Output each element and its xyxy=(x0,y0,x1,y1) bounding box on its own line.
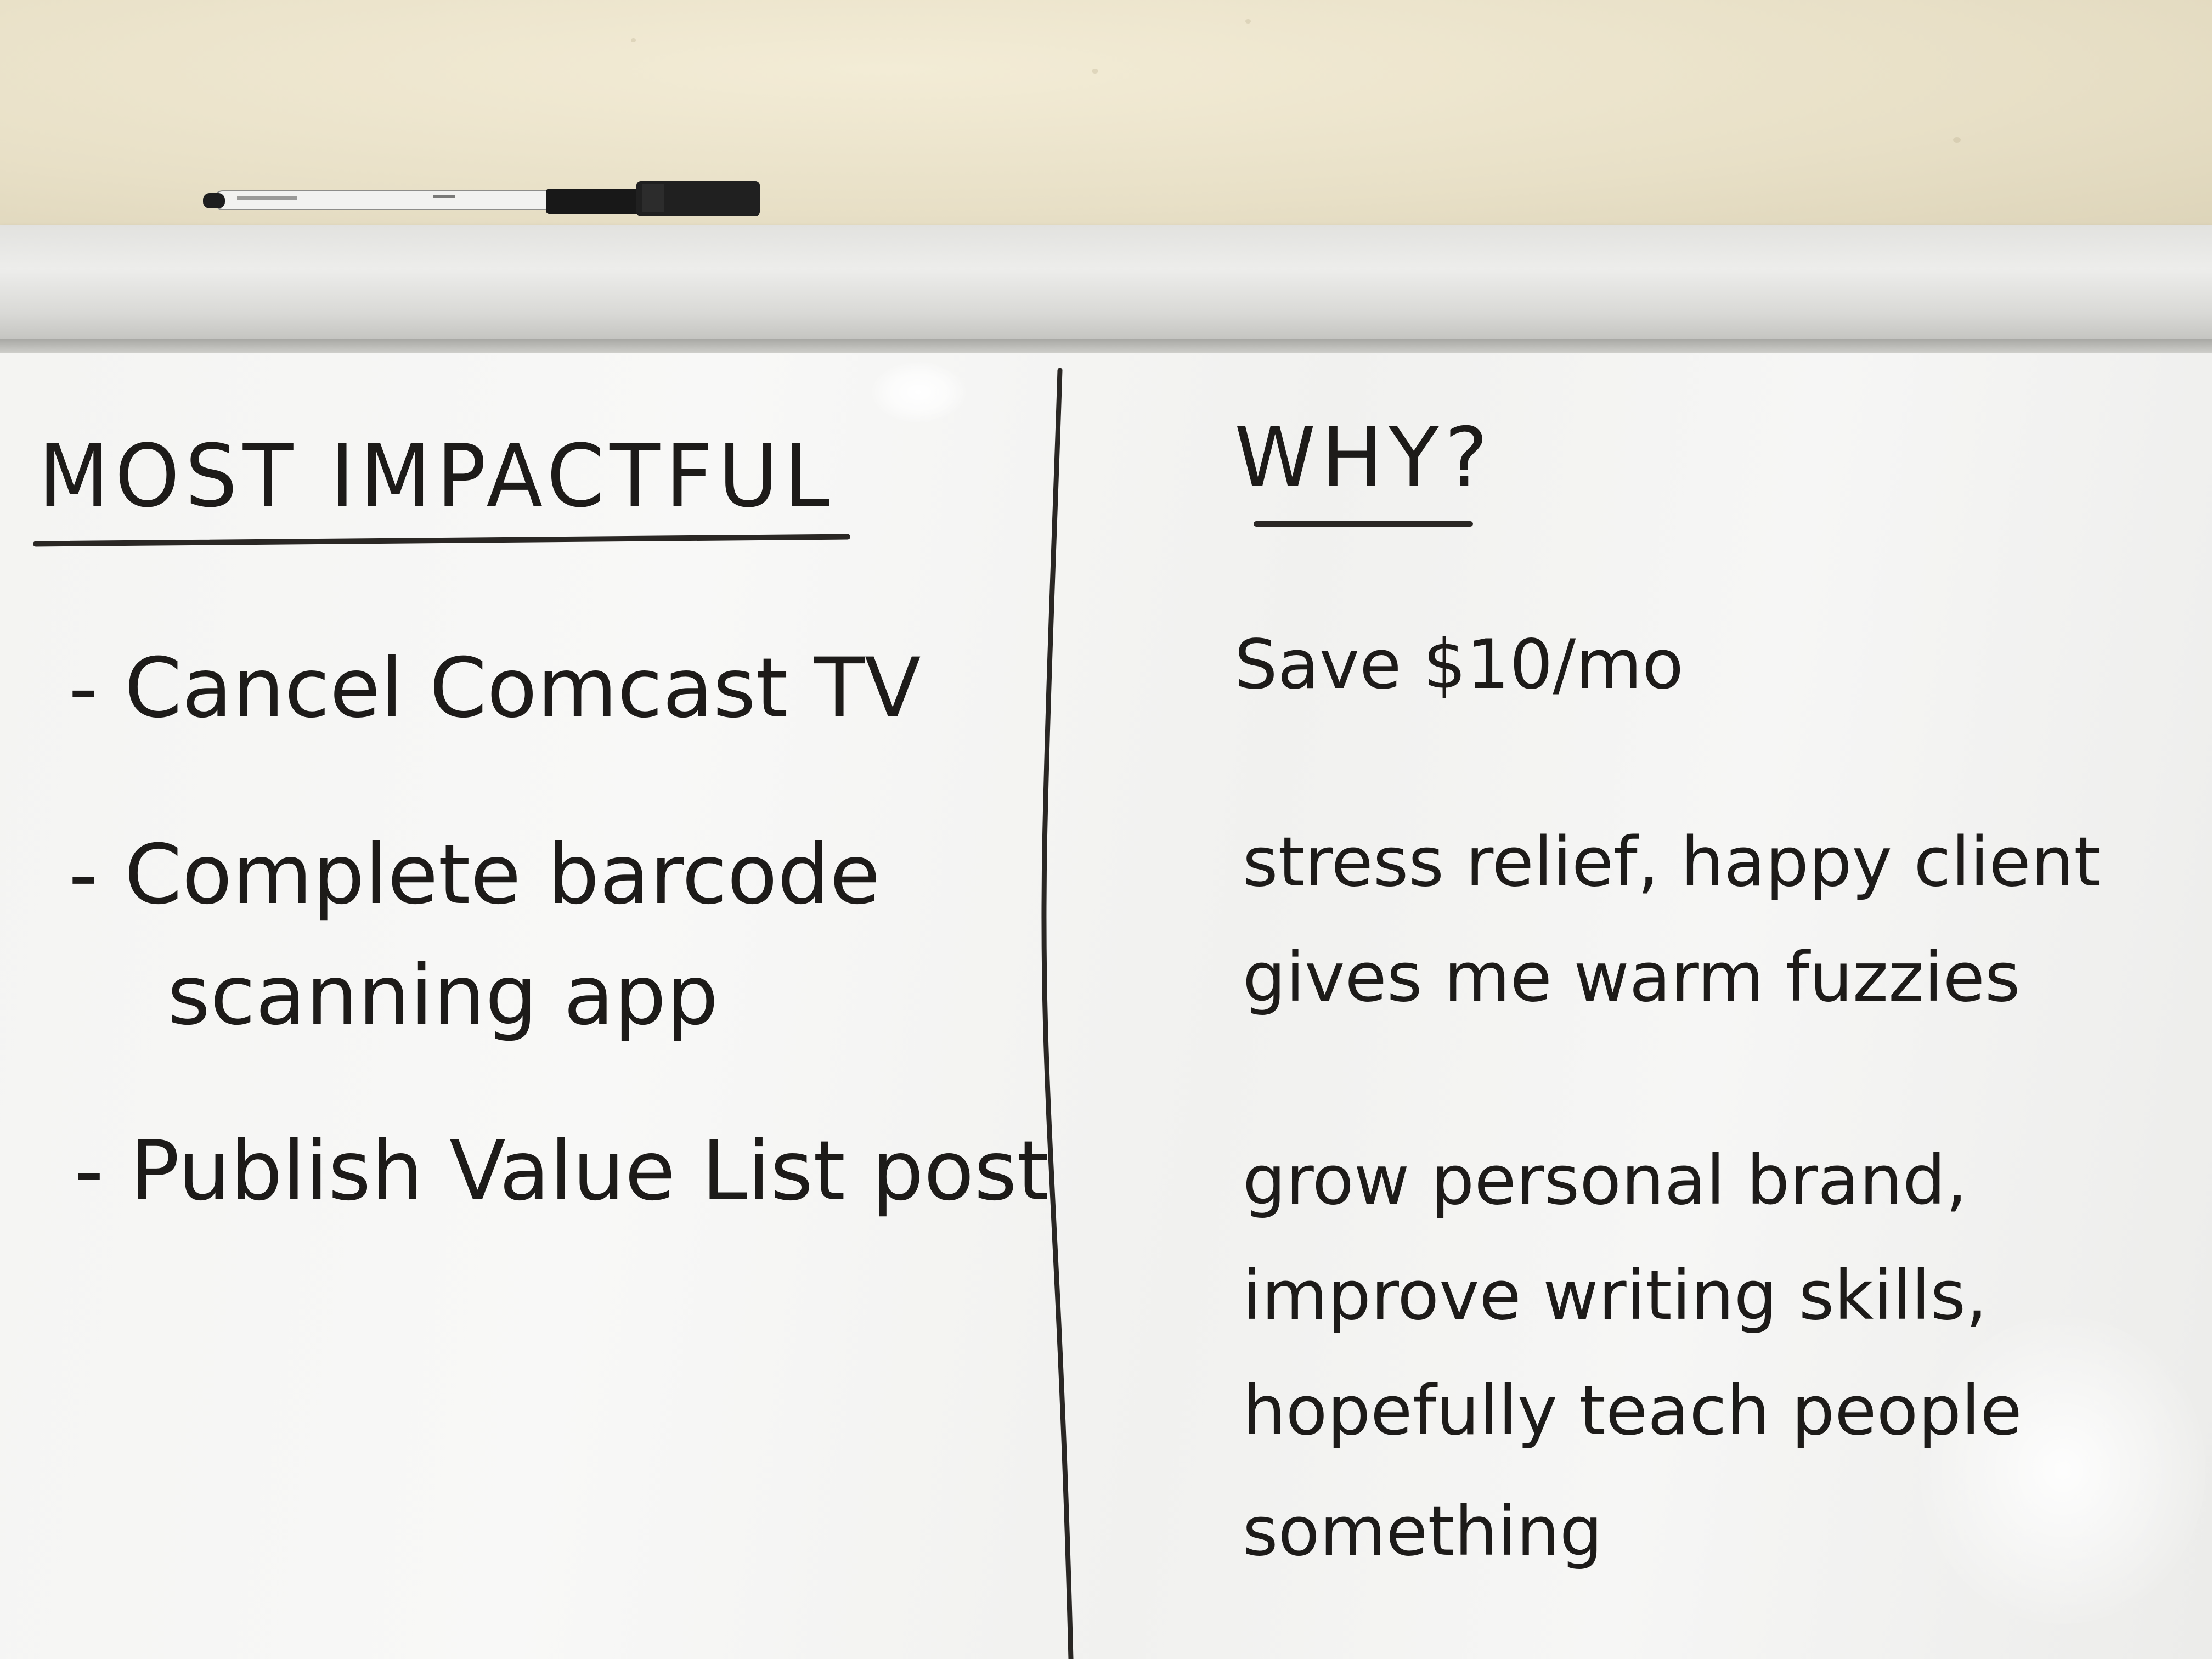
right-heading-underline xyxy=(1254,521,1473,527)
reason-text: something xyxy=(1243,1492,1603,1571)
reason-text: gives me warm fuzzies xyxy=(1243,938,2021,1017)
reason-text: improve writing skills, xyxy=(1243,1256,1988,1335)
reason-text: Save $10/mo xyxy=(1234,625,1684,704)
list-item: - Complete barcode xyxy=(69,827,881,923)
reason-text: stress relief, happy client xyxy=(1243,823,2101,902)
list-item: scanning app xyxy=(167,948,719,1043)
right-heading: WHY? xyxy=(1234,410,1494,506)
reason-text: hopefully teach people xyxy=(1243,1372,2022,1451)
reason-text: grow personal brand, xyxy=(1243,1141,1967,1220)
list-item: - Cancel Comcast TV xyxy=(69,641,921,736)
list-item: - Publish Value List post xyxy=(74,1124,1049,1219)
left-heading: MOST IMPACTFUL xyxy=(38,426,836,527)
